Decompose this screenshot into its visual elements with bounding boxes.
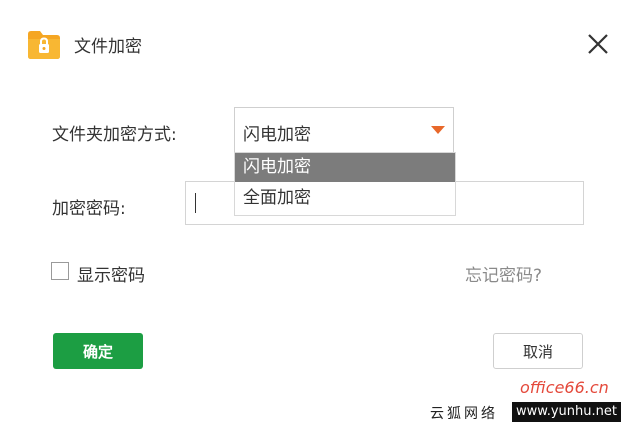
lock-folder-icon [28, 31, 60, 59]
dropdown-option-full[interactable]: 全面加密 [235, 184, 455, 213]
method-dropdown-list: 闪电加密 全面加密 [234, 152, 456, 216]
text-caret [195, 193, 196, 213]
dropdown-option-flash[interactable]: 闪电加密 [235, 153, 455, 182]
forgot-password-link[interactable]: 忘记密码? [465, 261, 542, 286]
dialog-title: 文件加密 [74, 37, 142, 57]
watermark-bar: 云狐网络 www.yunhu.net [424, 396, 640, 429]
encrypt-dialog: 文件加密 文件夹加密方式: 闪电加密 加密密码: 闪电加密 全面加密 显示密码 … [0, 0, 640, 429]
show-password-label[interactable]: 显示密码 [77, 261, 145, 286]
method-selected-value: 闪电加密 [243, 125, 311, 145]
close-icon[interactable] [582, 28, 614, 60]
method-label: 文件夹加密方式: [52, 125, 177, 145]
dropdown-arrow-icon [431, 126, 445, 134]
watermark-site: www.yunhu.net [512, 402, 621, 422]
cancel-button[interactable]: 取消 [493, 333, 583, 369]
watermark-office: office66.cn [520, 378, 609, 397]
password-label: 加密密码: [52, 199, 126, 219]
method-select[interactable]: 闪电加密 [234, 107, 454, 153]
watermark-cn: 云狐网络 [430, 406, 498, 422]
show-password-checkbox[interactable] [51, 262, 69, 280]
ok-button[interactable]: 确定 [53, 333, 143, 369]
